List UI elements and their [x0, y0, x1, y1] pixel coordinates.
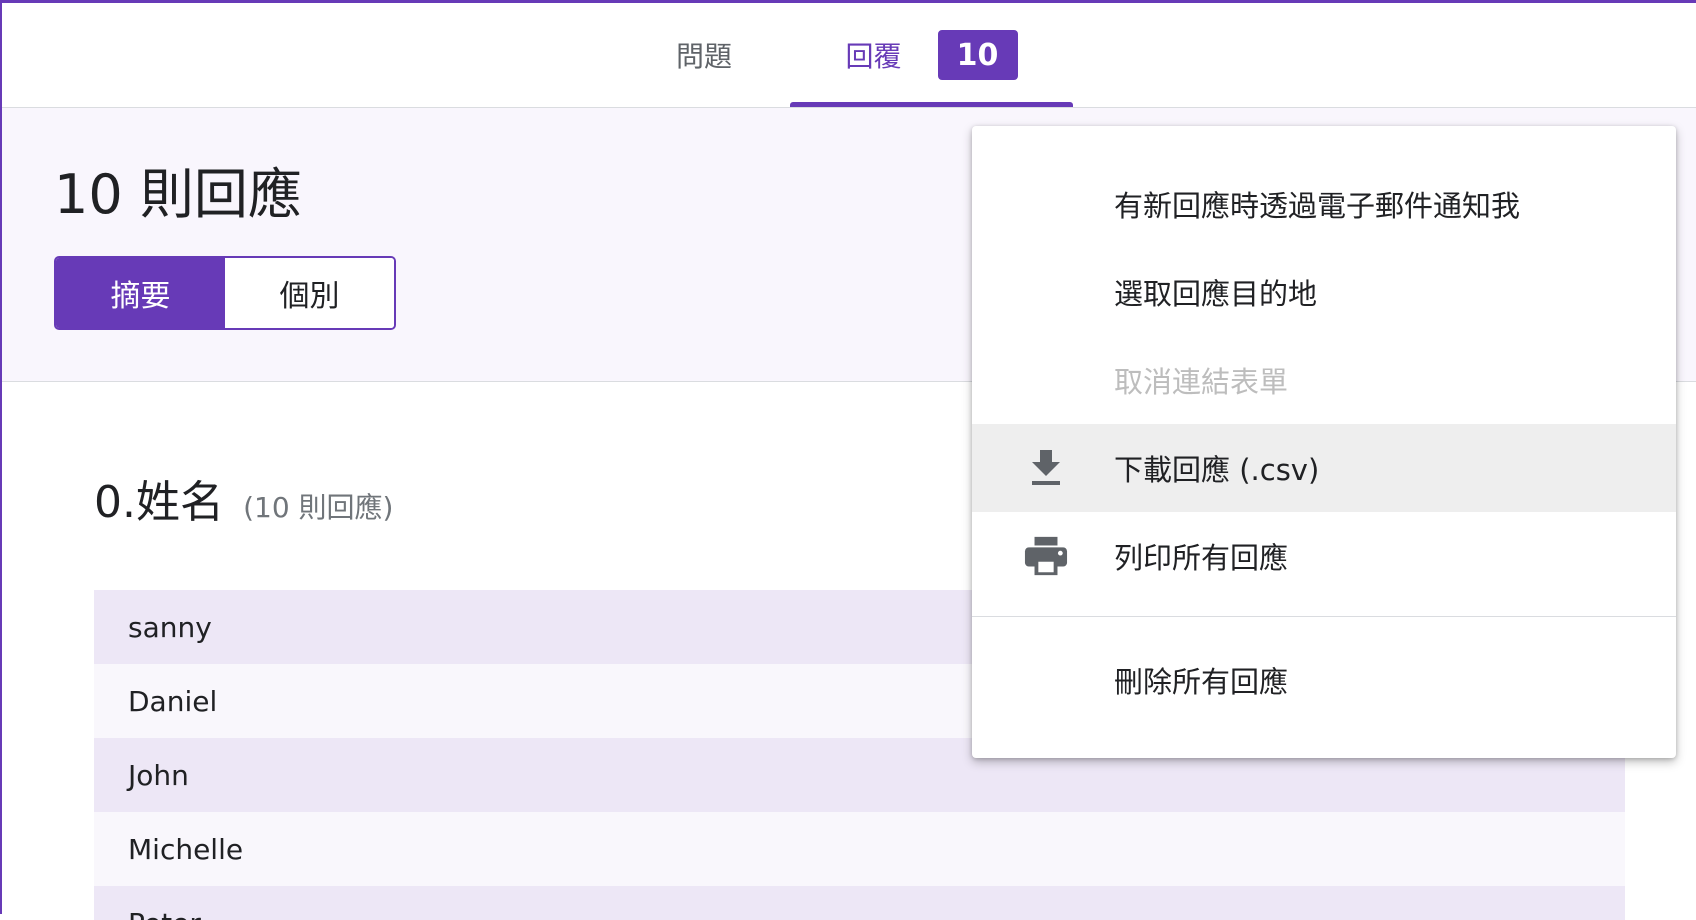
- view-toggle: 摘要 個別: [54, 256, 396, 330]
- active-tab-indicator: [790, 102, 1073, 107]
- menu-divider: [972, 616, 1676, 617]
- answer-text: Peter: [128, 907, 201, 920]
- menu-item-delete-all[interactable]: 刪除所有回應: [972, 636, 1676, 724]
- menu-item-label: 刪除所有回應: [1114, 659, 1288, 701]
- menu-item-email-notify[interactable]: 有新回應時透過電子郵件通知我: [972, 160, 1676, 248]
- tab-questions[interactable]: 問題: [676, 3, 732, 107]
- answer-text: John: [128, 759, 189, 792]
- print-icon: [1024, 534, 1068, 578]
- answer-text: sanny: [128, 611, 212, 644]
- tab-questions-label: 問題: [676, 35, 732, 75]
- answer-row: Michelle: [94, 812, 1625, 886]
- answer-row: Peter: [94, 886, 1625, 920]
- menu-item-unlink-form: 取消連結表單: [972, 336, 1676, 424]
- header-card-edge: [1676, 108, 1696, 381]
- responses-count-badge: 10: [938, 30, 1018, 80]
- menu-item-label: 下載回應 (.csv): [1114, 447, 1319, 489]
- tab-bar: 問題 回覆 10: [2, 3, 1696, 108]
- menu-item-label: 選取回應目的地: [1114, 271, 1317, 313]
- menu-item-label: 有新回應時透過電子郵件通知我: [1114, 183, 1520, 225]
- menu-item-label: 列印所有回應: [1114, 535, 1288, 577]
- question-title: 0.姓名: [94, 477, 224, 528]
- tab-responses[interactable]: 回覆 10: [790, 3, 1073, 107]
- tab-responses-label: 回覆: [845, 35, 901, 75]
- answer-text: Michelle: [128, 833, 243, 866]
- menu-item-download-csv[interactable]: 下載回應 (.csv): [972, 424, 1676, 512]
- question-response-count: (10 則回應): [243, 491, 393, 524]
- download-icon: [1024, 446, 1068, 490]
- question-heading: 0.姓名 (10 則回應): [94, 466, 393, 530]
- menu-item-label: 取消連結表單: [1114, 359, 1288, 401]
- menu-item-print-all[interactable]: 列印所有回應: [972, 512, 1676, 600]
- responses-more-menu: 有新回應時透過電子郵件通知我 選取回應目的地 取消連結表單 下載回應 (.csv…: [972, 126, 1676, 758]
- individual-view-button[interactable]: 個別: [225, 258, 394, 328]
- menu-item-select-destination[interactable]: 選取回應目的地: [972, 248, 1676, 336]
- responses-count-title: 10 則回應: [54, 150, 302, 229]
- answer-text: Daniel: [128, 685, 217, 718]
- summary-view-button[interactable]: 摘要: [56, 258, 225, 328]
